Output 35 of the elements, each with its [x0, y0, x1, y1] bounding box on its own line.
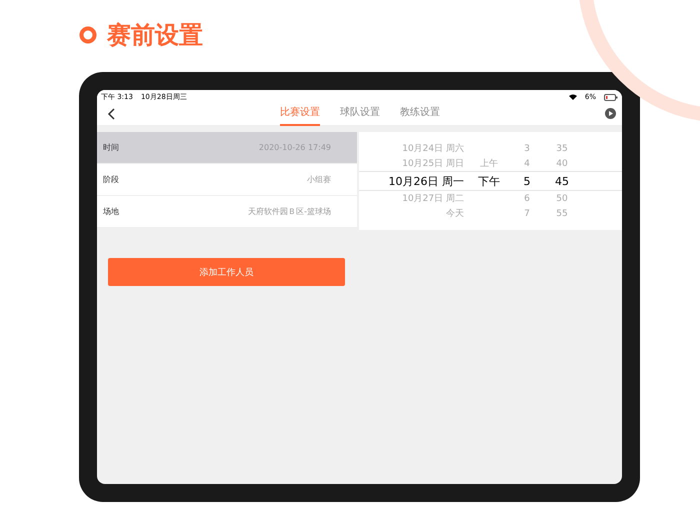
picker-hour: 3: [523, 144, 531, 154]
picker-period: 下午: [477, 174, 501, 188]
settings-row[interactable]: 阶段 小组赛: [97, 164, 357, 196]
picker-hour: 5: [522, 174, 532, 188]
row-label: 阶段: [103, 174, 119, 185]
picker-minute: 40: [555, 158, 569, 168]
ring-icon: [79, 26, 97, 44]
date-time-picker[interactable]: 10月24日 周六 3 35 10月25日 周日 上午 4 40 10月26日 周一 下午 5 45 10月27日 周二 6 50 今天 7 55: [359, 132, 622, 230]
settings-row[interactable]: 时间 2020-10-26 17:49: [97, 132, 357, 164]
picker-minute: 35: [555, 144, 569, 154]
picker-date: 10月26日 周一: [388, 174, 464, 188]
picker-date: 10月24日 周六: [401, 142, 464, 155]
row-value: 天府软件园Ｂ区-篮球场: [248, 206, 331, 217]
picker-minute: 55: [555, 208, 569, 218]
back-icon[interactable]: [107, 108, 115, 120]
picker-hour: 7: [523, 208, 531, 218]
picker-period: 上午: [479, 158, 499, 170]
play-icon[interactable]: [605, 108, 616, 119]
battery-icon: [604, 94, 618, 100]
row-value: 小组赛: [307, 174, 331, 185]
picker-minute: 50: [555, 194, 569, 204]
picker-hour: 6: [523, 194, 531, 204]
row-label: 场地: [103, 206, 119, 217]
tab[interactable]: 教练设置: [400, 102, 440, 126]
picker-minute: 45: [554, 174, 570, 188]
wifi-icon: [568, 94, 577, 100]
page-title: 赛前设置: [107, 20, 203, 51]
row-label: 时间: [103, 142, 119, 153]
tab[interactable]: 球队设置: [340, 102, 380, 126]
row-value: 2020-10-26 17:49: [258, 143, 331, 152]
picker-date: 10月27日 周二: [401, 193, 464, 205]
settings-row[interactable]: 场地 天府软件园Ｂ区-篮球场: [97, 196, 357, 228]
picker-date: 10月25日 周日: [401, 158, 464, 170]
picker-date: 今天: [445, 208, 464, 220]
picker-hour: 4: [523, 158, 531, 168]
